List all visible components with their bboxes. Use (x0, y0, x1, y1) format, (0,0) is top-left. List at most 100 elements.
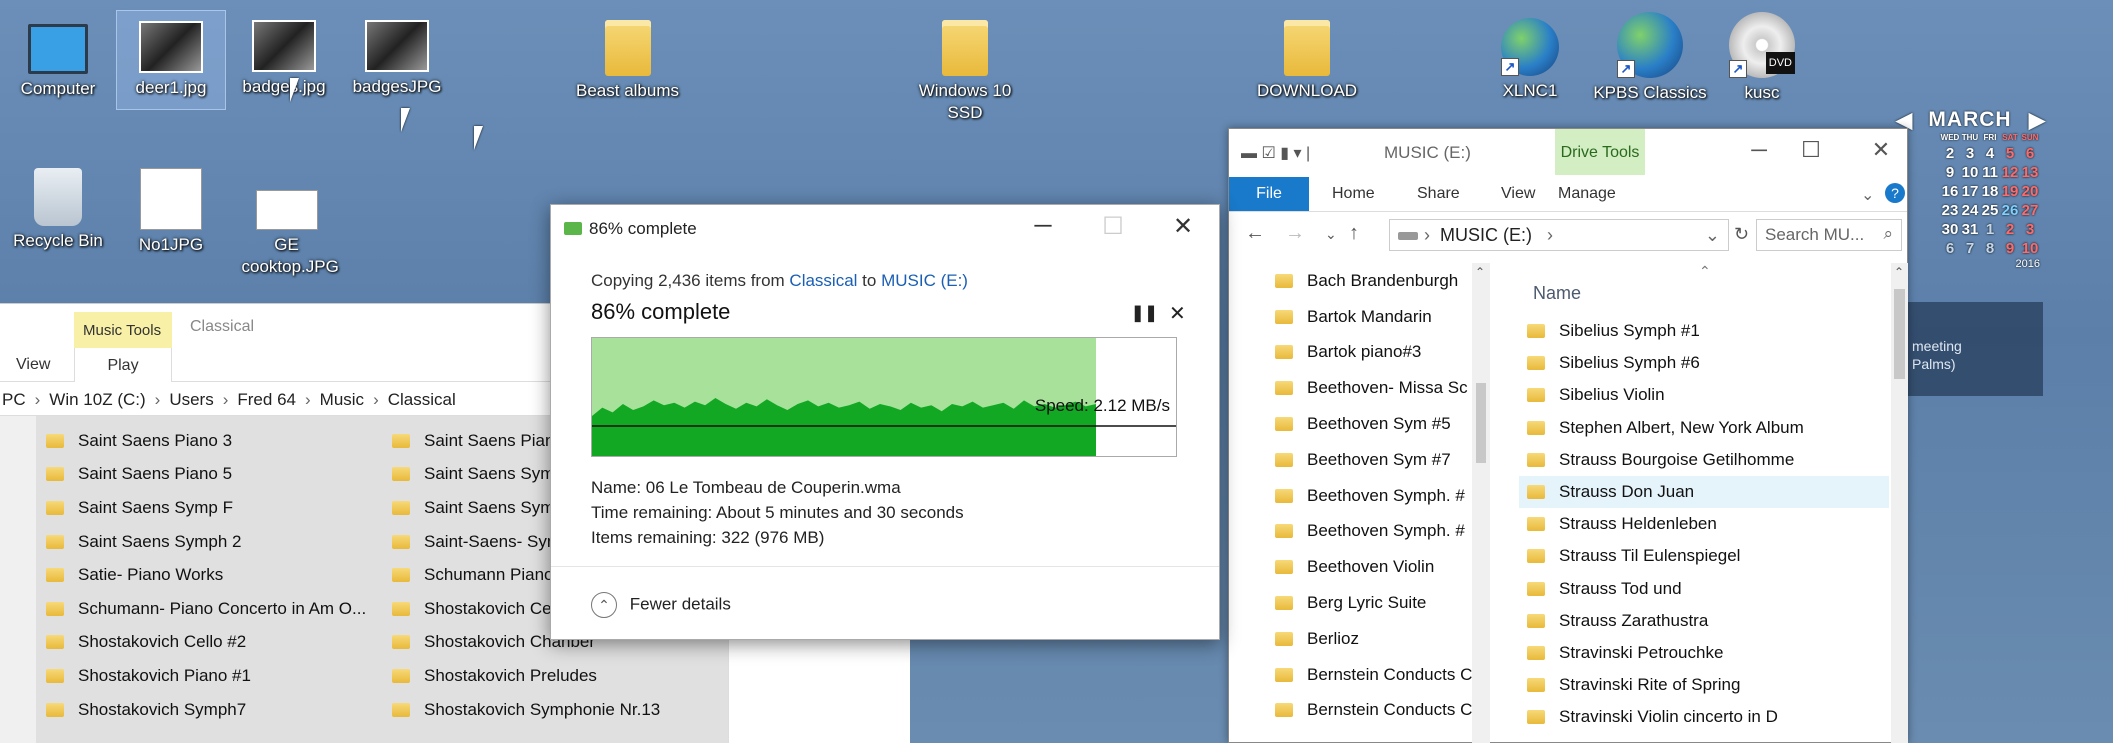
calendar-day[interactable]: 1 (1980, 220, 2000, 239)
next-month-icon[interactable]: ▶ (2029, 108, 2046, 133)
calendar-day[interactable]: 5 (2000, 144, 2020, 163)
list-item[interactable]: Shostakovich Symph7 (36, 693, 381, 727)
list-item[interactable]: Saint Saens Piano 3 (36, 424, 381, 458)
calendar-day[interactable]: 27 (2020, 201, 2040, 220)
list-item[interactable]: Saint Saens Symph 2 (36, 525, 381, 559)
kusc-shortcut[interactable]: DVD ↗ kusc (1712, 12, 1812, 104)
nav-item[interactable]: Beethoven Symph. # (1267, 478, 1472, 514)
nav-item[interactable]: Berlioz (1267, 621, 1472, 657)
list-item[interactable]: Stravinski Violin cincerto in D (1519, 701, 1889, 733)
breadcrumb-item[interactable]: Classical (388, 390, 456, 409)
breadcrumb-item[interactable]: Win 10Z (C:) (49, 390, 145, 409)
calendar-day[interactable]: 16 (1940, 182, 1960, 201)
fewer-details-button[interactable]: ⌃ Fewer details (551, 566, 1219, 639)
breadcrumb-item[interactable]: Music (320, 390, 364, 409)
nav-item[interactable]: Beethoven Symph. # (1267, 514, 1472, 550)
windows10-ssd-folder[interactable]: Windows 10 SSD (910, 20, 1020, 124)
calendar-day[interactable]: 23 (1940, 201, 1960, 220)
calendar-day[interactable]: 13 (2020, 163, 2040, 182)
tab-share[interactable]: Share (1417, 185, 1460, 203)
help-icon[interactable]: ? (1885, 183, 1905, 203)
scroll-up-icon[interactable]: ⌃ (1475, 265, 1485, 279)
nav-item[interactable]: Bernstein Conducts C (1267, 657, 1472, 693)
calendar-day[interactable]: 12 (2000, 163, 2020, 182)
calendar-day[interactable]: 9 (2000, 239, 2020, 258)
back-arrow-icon[interactable]: ← (1245, 222, 1265, 245)
calendar-day[interactable]: 17 (1960, 182, 1980, 201)
list-item[interactable]: Sibelius Symph #6 (1519, 347, 1889, 379)
list-item[interactable]: Shostakovich Symphonie Nr.13 (382, 693, 727, 727)
file-list-scrollbar[interactable]: ⌃ (1891, 263, 1908, 743)
calendar-day[interactable]: 4 (1980, 144, 2000, 163)
calendar-day[interactable]: 24 (1960, 201, 1980, 220)
address-box[interactable]: › MUSIC (E:) › ⌄ (1389, 219, 1729, 251)
list-item[interactable]: Stephen Albert, New York Album (1519, 412, 1889, 444)
calendar-day[interactable]: 8 (1980, 239, 2000, 258)
list-item[interactable]: Stravinski Rite of Spring (1519, 669, 1889, 701)
chevron-down-icon[interactable]: ⌄ (1705, 225, 1720, 246)
calendar-day[interactable]: 3 (2020, 220, 2040, 239)
tab-view[interactable]: View (16, 356, 50, 374)
list-item[interactable]: Strauss Til Eulenspiegel (1519, 540, 1889, 572)
list-item[interactable]: Shostakovich Cello #2 (36, 626, 381, 660)
quick-access-toolbar[interactable]: ▬ ☑ ▮ ▾ | (1241, 143, 1310, 163)
list-item-hovered[interactable]: Strauss Don Juan (1519, 475, 1889, 509)
kpbs-classics-shortcut[interactable]: ↗ KPBS Classics (1590, 12, 1710, 104)
calendar-day[interactable]: 7 (1960, 239, 1980, 258)
calendar-day[interactable]: 30 (1940, 220, 1960, 239)
breadcrumb-item[interactable]: PC (2, 390, 26, 409)
calendar-day[interactable]: 11 (1980, 163, 2000, 182)
list-item[interactable]: Strauss Heldenleben (1519, 508, 1889, 540)
tab-manage[interactable]: Manage (1558, 185, 1616, 203)
scrollbar-thumb[interactable] (1476, 383, 1486, 463)
list-item[interactable]: Schumann- Piano Concerto in Am O... (36, 592, 381, 626)
nav-item[interactable]: Bartok piano#3 (1267, 335, 1472, 371)
list-item[interactable]: Saint Saens Piano 5 (36, 458, 381, 492)
nav-item[interactable]: Bernstein Conducts C (1267, 693, 1472, 729)
list-item[interactable]: Strauss Zarathustra (1519, 605, 1889, 637)
copy-progress-dialog[interactable]: 86% complete ─ ☐ ✕ Copying 2,436 items f… (550, 204, 1220, 640)
close-icon[interactable]: ✕ (1165, 212, 1201, 241)
nav-item[interactable]: Beethoven Violin (1267, 549, 1472, 585)
calendar-day[interactable]: 3 (1960, 144, 1980, 163)
recent-dropdown-icon[interactable]: ⌄ (1325, 226, 1337, 243)
nav-item[interactable]: Beethoven Sym #7 (1267, 442, 1472, 478)
deer1-jpg-icon[interactable]: deer1.jpg (116, 10, 226, 110)
forward-arrow-icon[interactable]: → (1285, 222, 1305, 245)
calendar-day[interactable]: 19 (2000, 182, 2020, 201)
no1jpg-icon[interactable]: No1JPG (116, 168, 226, 256)
minimize-icon[interactable]: ─ (1739, 137, 1779, 163)
download-folder[interactable]: DOWNLOAD (1252, 20, 1362, 102)
calendar-day[interactable]: 25 (1980, 201, 2000, 220)
computer-desktop-icon[interactable]: Computer (3, 20, 113, 100)
tab-view[interactable]: View (1501, 185, 1535, 203)
breadcrumb-item[interactable]: Users (169, 390, 213, 409)
calendar-gadget[interactable]: ◀ MARCH ▶ WED THU FRI SAT SUN 2 3 4 5 6 … (1896, 108, 2045, 270)
calendar-day[interactable]: 10 (2020, 239, 2040, 258)
list-item[interactable]: Shostakovich Piano #1 (36, 659, 381, 693)
music-tools-context-tab[interactable]: Music Tools (74, 312, 172, 348)
badges-jpg-icon[interactable]: badges.jpg (229, 20, 339, 98)
tab-file[interactable]: File (1229, 177, 1309, 211)
maximize-icon[interactable]: ☐ (1791, 137, 1831, 163)
nav-item[interactable]: Bach Brandenburgh (1267, 263, 1472, 299)
recycle-bin-icon[interactable]: Recycle Bin (3, 168, 113, 252)
breadcrumb-item[interactable]: Fred 64 (237, 390, 296, 409)
list-item[interactable]: Strauss Bourgoise Getilhomme (1519, 444, 1889, 476)
nav-item[interactable]: Berg Lyric Suite (1267, 585, 1472, 621)
calendar-day[interactable]: 6 (2020, 144, 2040, 163)
pause-button[interactable]: ❚❚ (1131, 303, 1158, 323)
calendar-day[interactable]: 6 (1940, 239, 1960, 258)
list-item[interactable]: Sibelius Symph #1 (1519, 315, 1889, 347)
left-pane-scrollbar[interactable] (0, 416, 36, 743)
column-header-name[interactable]: Name ⌃ (1519, 263, 1889, 315)
up-arrow-icon[interactable]: ↑ (1349, 222, 1359, 245)
destination-link[interactable]: MUSIC (E:) (881, 271, 968, 290)
explorer-window-music-e[interactable]: ▬ ☑ ▮ ▾ | MUSIC (E:) Drive Tools ─ ☐ ✕ F… (1228, 128, 1908, 743)
xlnc1-shortcut[interactable]: ↗ XLNC1 (1480, 18, 1580, 102)
refresh-icon[interactable]: ↻ (1734, 224, 1749, 245)
notes-gadget[interactable]: meeting Palms) (1908, 302, 2043, 396)
scroll-up-icon[interactable]: ⌃ (1894, 265, 1904, 279)
nav-item[interactable]: Beethoven Sym #5 (1267, 406, 1472, 442)
list-item[interactable]: Shostakovich Preludes (382, 659, 727, 693)
